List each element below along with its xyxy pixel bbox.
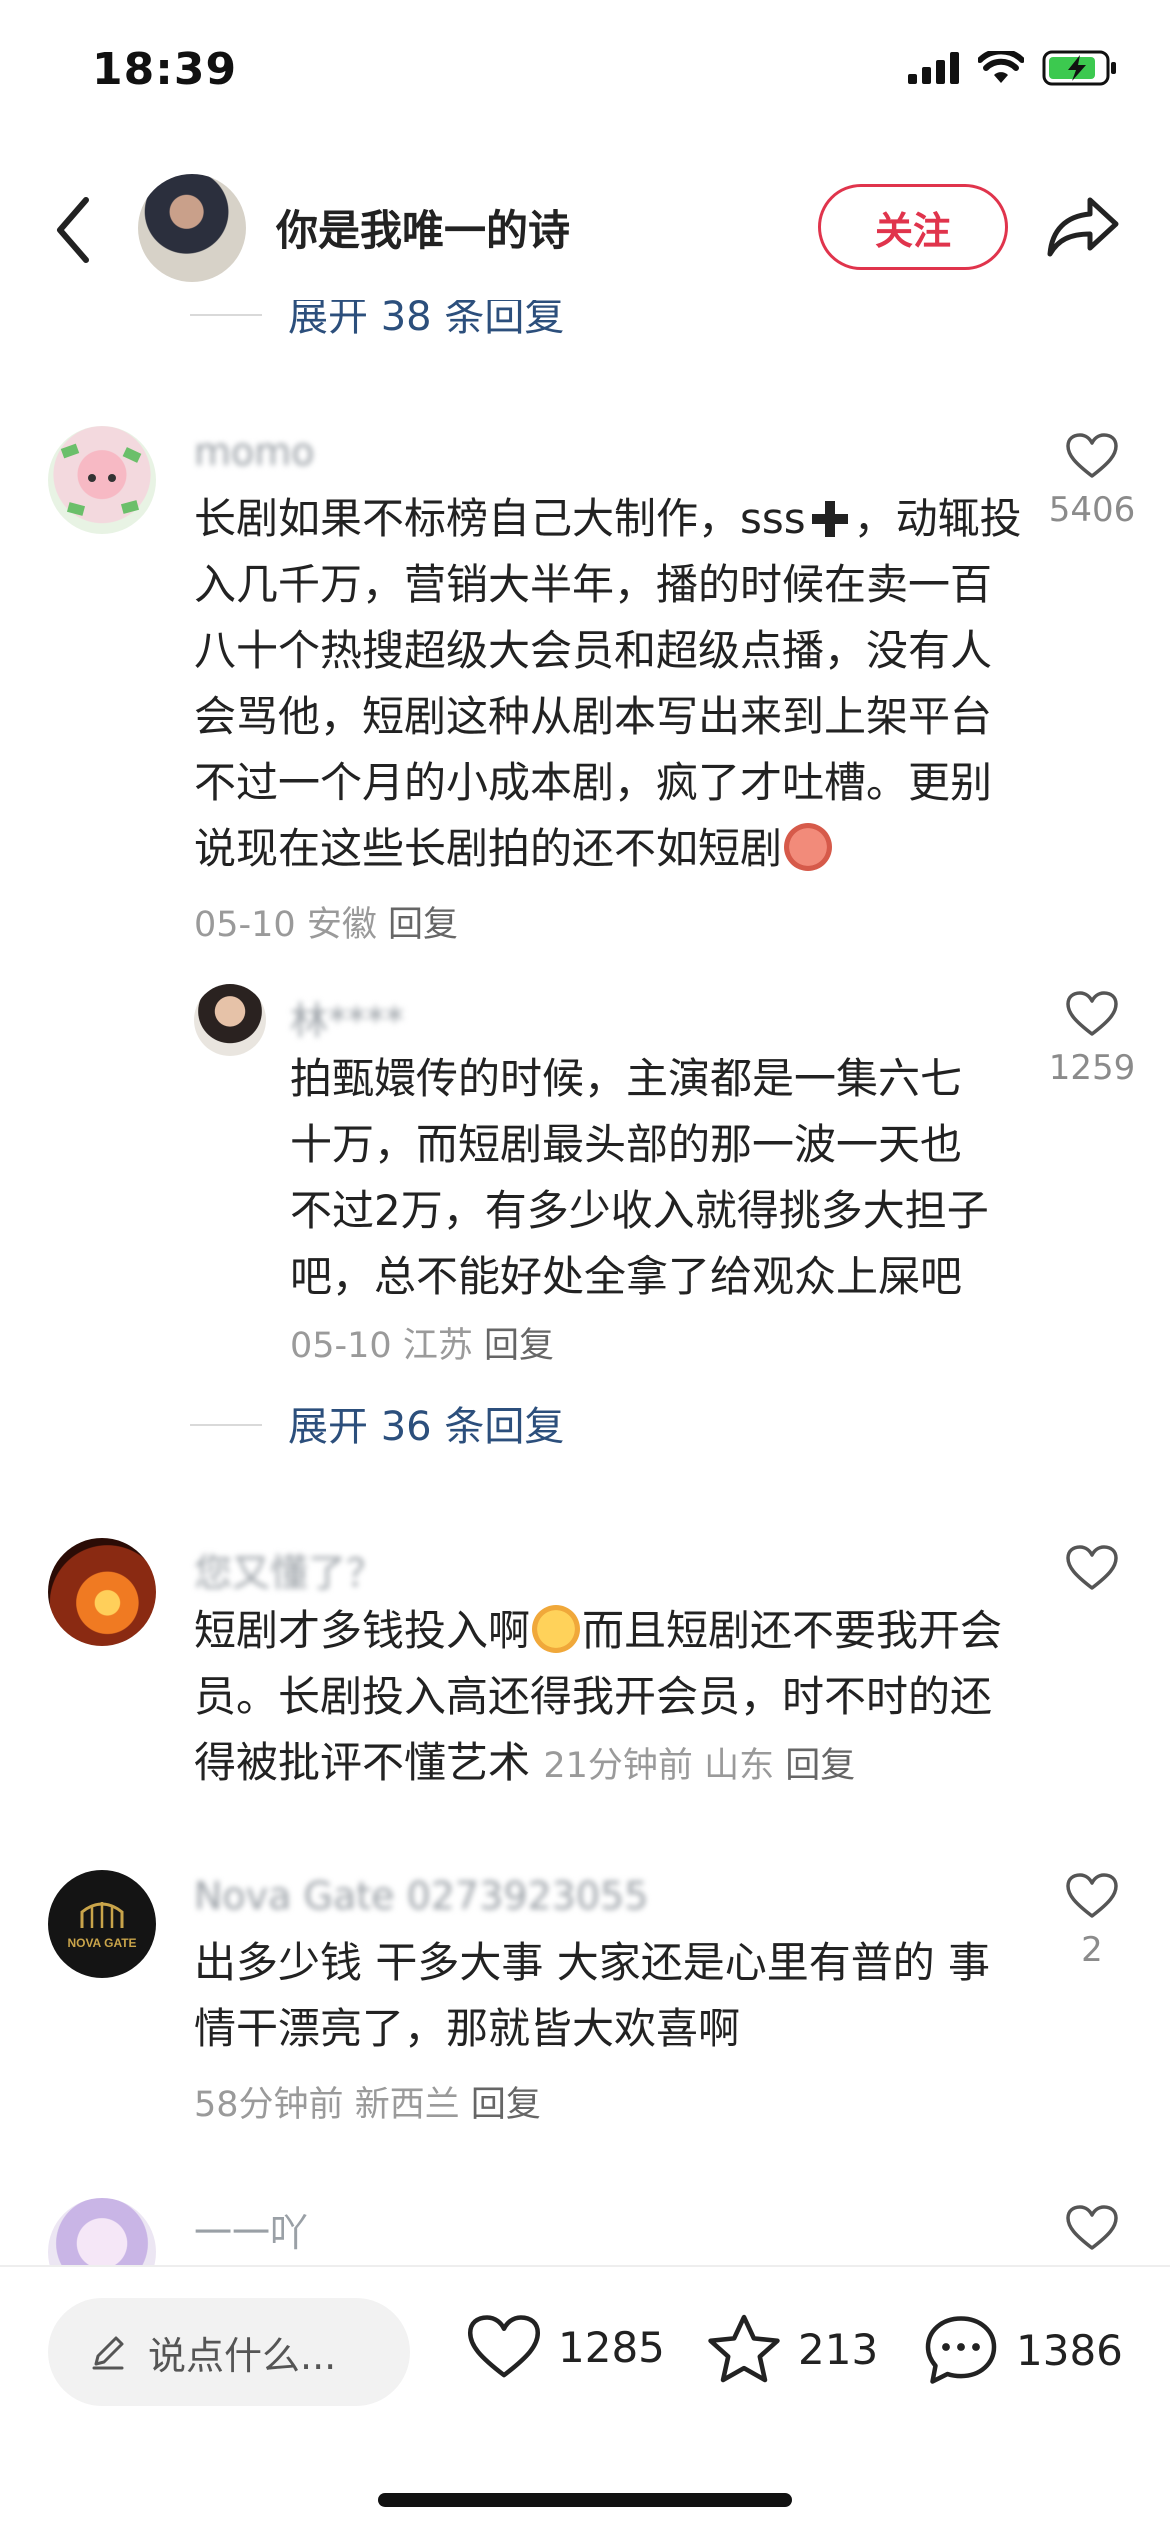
- comment-text-part: ，动辄投入几千万，营销大半年，播的时候在卖一百八十个热搜超级大会员和超级点播，没…: [194, 494, 1022, 873]
- reply-text: 拍甄嬛传的时候，主演都是一集六七十万，而短剧最头部的那一波一天也不过2万，有多少…: [290, 1046, 990, 1379]
- heart-icon: [1066, 991, 1118, 1036]
- comment-text: 长剧如果不标榜自己大制作，sss ，动辄投入几千万，营销大半年，播的时候在卖一百八…: [194, 486, 1024, 882]
- reply-meta: 05-10 江苏 回复: [290, 1326, 554, 1366]
- comment-count: 1386: [1016, 2325, 1123, 2375]
- like-button[interactable]: 1259: [1037, 990, 1147, 1088]
- avatar[interactable]: [48, 426, 156, 534]
- comment-username[interactable]: momo: [194, 430, 315, 474]
- like-count: 1259: [1048, 1048, 1136, 1088]
- like-button[interactable]: [1037, 2204, 1147, 2252]
- reply-date: 05-10: [290, 1326, 392, 1366]
- heart-icon: [1066, 1545, 1118, 1590]
- author-name[interactable]: 你是我唯一的诗: [276, 197, 570, 258]
- comment-time: 58分钟前: [194, 2085, 344, 2125]
- comment-list[interactable]: 展开 38 条回复 momo 长剧如果不标榜自己大制作，sss ，动辄投入几千万，…: [0, 300, 1170, 2265]
- wifi-icon: [978, 51, 1024, 83]
- comment-time: 21分钟前: [543, 1746, 693, 1786]
- battery-charging-icon: [1042, 50, 1116, 86]
- status-icons: [908, 50, 1118, 86]
- favorite-button[interactable]: 213: [706, 2312, 878, 2386]
- comment-text: 出多少钱 干多大事 大家还是心里有普的 事情干漂亮了，那就皆大欢喜啊: [194, 1938, 991, 2053]
- avatar[interactable]: NOVA GATE: [48, 1870, 156, 1978]
- crying-laughing-emoji-icon: [532, 1605, 581, 1653]
- comment-username[interactable]: 您又懂了？: [194, 1542, 384, 1597]
- home-indicator: [378, 2493, 792, 2507]
- plus-icon: [811, 501, 848, 537]
- follow-button[interactable]: 关注: [818, 184, 1008, 270]
- comment-input-placeholder: 说点什么...: [148, 2333, 337, 2378]
- comments-button[interactable]: 1386: [922, 2312, 1123, 2388]
- chat-bubble-icon: [925, 2316, 997, 2384]
- avatar[interactable]: [48, 2198, 156, 2265]
- comment-username[interactable]: Nova Gate 0273923055: [194, 1874, 648, 1918]
- chevron-left-icon: [57, 197, 89, 263]
- like-post-button[interactable]: 1285: [466, 2312, 665, 2382]
- like-button[interactable]: [1037, 1544, 1147, 1592]
- reply-button[interactable]: 回复: [388, 905, 458, 945]
- reply-location: 江苏: [402, 1326, 473, 1366]
- reply-username[interactable]: 林****: [290, 990, 404, 1045]
- like-count: 1285: [558, 2322, 665, 2372]
- like-count: 5406: [1048, 490, 1136, 530]
- reply-button[interactable]: 回复: [484, 1326, 554, 1366]
- gate-logo-icon: [80, 1902, 124, 1928]
- comment-location: 山东: [704, 1746, 775, 1786]
- signal-icon: [908, 52, 959, 84]
- comment-location: 安徽: [306, 905, 377, 945]
- divider: [190, 1424, 262, 1426]
- status-time: 18:39: [92, 44, 238, 95]
- pencil-icon: [92, 2336, 124, 2370]
- divider: [190, 314, 262, 316]
- comment-text: 短剧才多钱投入啊 而且短剧还不要我开会员。长剧投入高还得我开会员，时不时的还得被批…: [194, 1598, 1024, 1799]
- reply-button[interactable]: 回复: [471, 2085, 541, 2125]
- comment-meta: 05-10 安徽 回复: [194, 896, 458, 947]
- expand-replies-link[interactable]: 展开 38 条回复: [288, 300, 564, 342]
- comment-meta: 21分钟前 山东 回复: [543, 1746, 855, 1786]
- comment-username[interactable]: 一一吖: [194, 2202, 308, 2257]
- favorite-count: 213: [798, 2324, 879, 2374]
- share-button[interactable]: [1046, 194, 1120, 260]
- avatar[interactable]: [194, 984, 266, 1056]
- comment-location: 新西兰: [354, 2085, 460, 2125]
- crying-face-emoji-icon: [784, 823, 833, 871]
- heart-icon: [1066, 433, 1118, 478]
- avatar-art: [60, 443, 142, 516]
- avatar-logo-text: NOVA GATE: [67, 1936, 137, 1950]
- like-count: 2: [1081, 1930, 1103, 1970]
- comment-text-part: 短剧才多钱投入啊: [194, 1606, 531, 1655]
- share-icon: [1047, 197, 1119, 257]
- comment-meta: 58分钟前 新西兰 回复: [194, 2076, 541, 2127]
- star-icon: [708, 2314, 780, 2383]
- expand-replies-link[interactable]: 展开 36 条回复: [288, 1394, 564, 1452]
- heart-icon: [1066, 1873, 1118, 1918]
- like-button[interactable]: 5406: [1037, 432, 1147, 530]
- reply-button[interactable]: 回复: [785, 1746, 855, 1786]
- like-button[interactable]: 2: [1037, 1872, 1147, 1970]
- comment-input[interactable]: 说点什么...: [48, 2298, 410, 2406]
- back-button[interactable]: [48, 190, 98, 270]
- reply-text-body: 拍甄嬛传的时候，主演都是一集六七十万，而短剧最头部的那一波一天也不过2万，有多少…: [290, 1054, 989, 1301]
- comment-text-part: 长剧如果不标榜自己大制作，sss: [194, 494, 806, 543]
- comment-date: 05-10: [194, 905, 296, 945]
- heart-icon: [467, 2315, 541, 2378]
- heart-icon: [1066, 2205, 1118, 2250]
- author-avatar[interactable]: [138, 174, 246, 282]
- avatar[interactable]: [48, 1538, 156, 1646]
